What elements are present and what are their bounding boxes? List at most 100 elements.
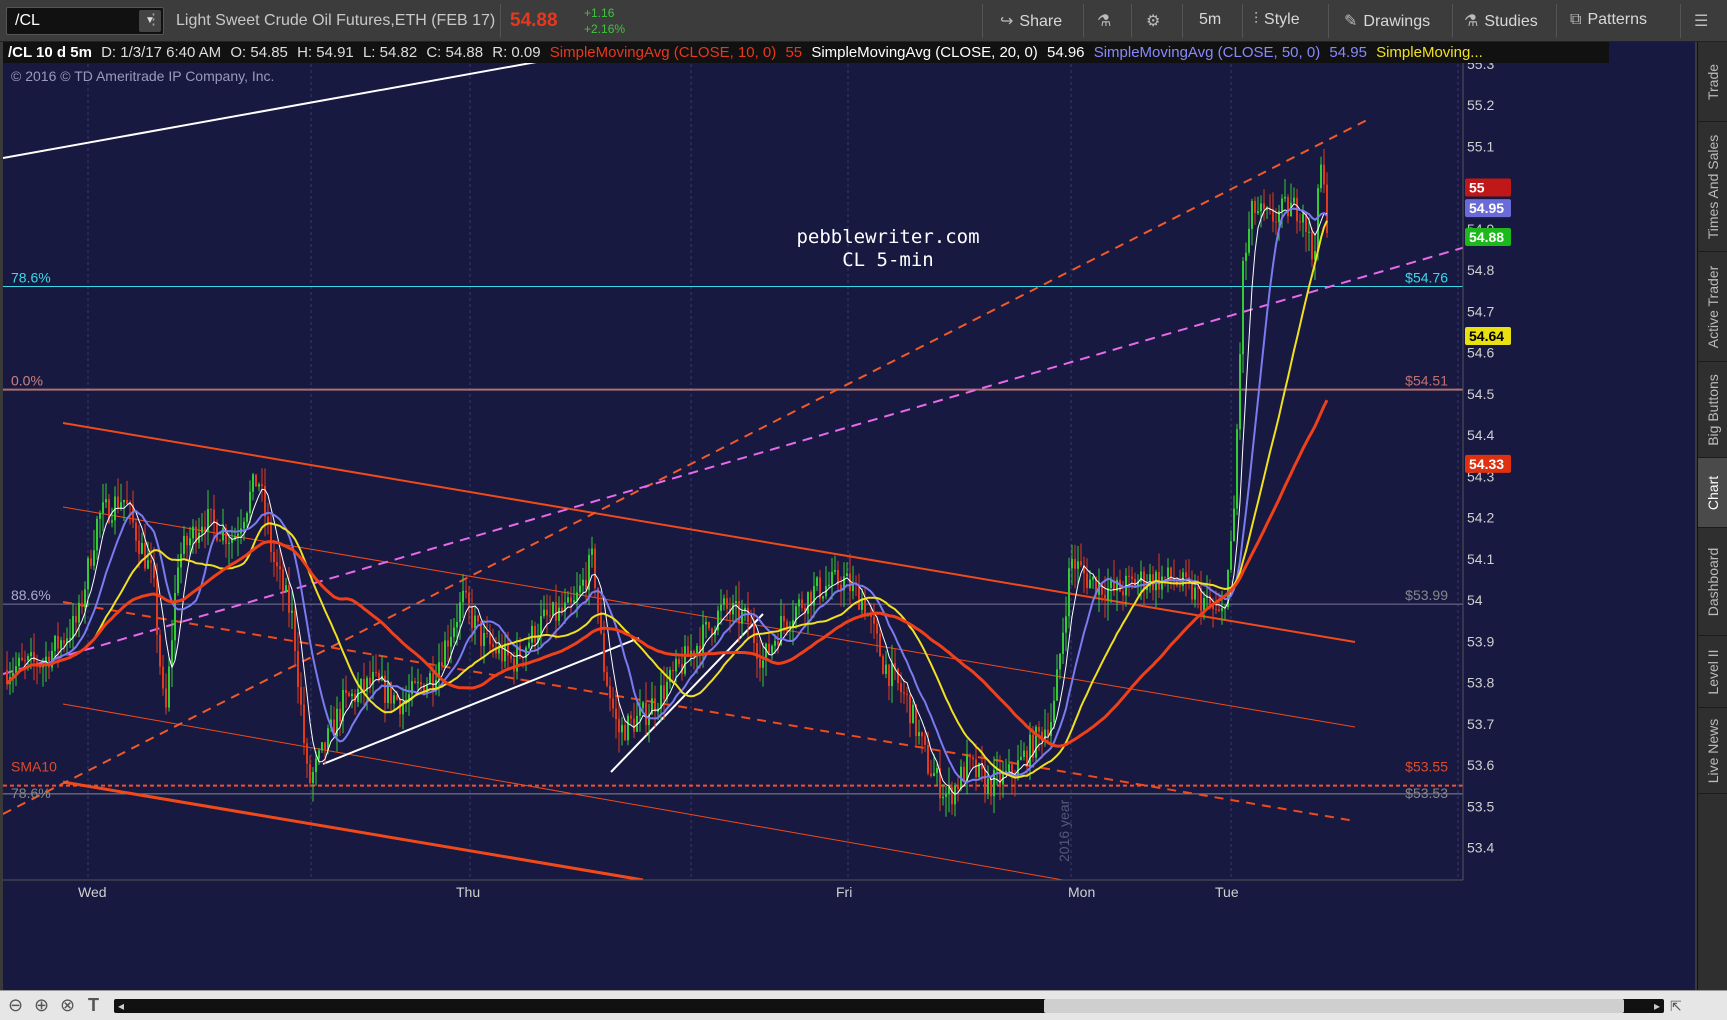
candle-body bbox=[168, 666, 170, 708]
expand-icon[interactable]: ⇱ bbox=[1670, 998, 1682, 1015]
candle-body bbox=[618, 719, 620, 733]
chart-legend: /CL 10 d 5m D: 1/3/17 6:40 AM O: 54.85 H… bbox=[3, 42, 1609, 63]
instrument-description: Light Sweet Crude Oil Futures,ETH (FEB 1… bbox=[176, 12, 496, 29]
candle-body bbox=[72, 616, 74, 638]
style-button[interactable]: ⫶ Style bbox=[1254, 11, 1300, 29]
candle-body bbox=[675, 658, 677, 672]
symbol-input[interactable]: /CL ▼ bbox=[6, 7, 164, 35]
timeframe-button[interactable]: 5m bbox=[1199, 11, 1221, 29]
candle-body bbox=[177, 567, 179, 594]
side-tab-times-and-sales[interactable]: Times And Sales bbox=[1698, 122, 1727, 252]
candle-body bbox=[1029, 734, 1031, 767]
candle-body bbox=[75, 616, 77, 623]
candle-body bbox=[165, 688, 167, 708]
candle-body bbox=[450, 636, 452, 647]
side-tab-dashboard[interactable]: Dashboard bbox=[1698, 528, 1727, 636]
side-tab-big-buttons[interactable]: Big Buttons bbox=[1698, 362, 1727, 458]
drawings-button[interactable]: ✎ Drawings bbox=[1344, 11, 1430, 31]
legend-header: /CL 10 d 5m bbox=[8, 44, 92, 61]
side-tab-live-news[interactable]: Live News bbox=[1698, 708, 1727, 794]
candle-body bbox=[936, 768, 938, 774]
candle-body bbox=[1128, 575, 1130, 577]
price-tick-label: 53.9 bbox=[1467, 633, 1494, 649]
candle-body bbox=[891, 663, 893, 687]
candle-body bbox=[1077, 561, 1079, 569]
side-tab-label: Chart bbox=[1705, 475, 1721, 510]
scroll-right-icon[interactable]: ▸ bbox=[1654, 999, 1660, 1013]
candle-body bbox=[1287, 196, 1289, 217]
candle-body bbox=[453, 627, 455, 637]
candle-body bbox=[102, 502, 104, 514]
scrollbar-thumb[interactable] bbox=[1044, 999, 1624, 1013]
side-tab-level-ii[interactable]: Level II bbox=[1698, 636, 1727, 708]
candle-body bbox=[573, 600, 575, 603]
candle-body bbox=[201, 526, 203, 533]
candle-body bbox=[369, 677, 371, 685]
channel-lower-thin-line bbox=[62, 703, 1064, 881]
side-tab-label: Big Buttons bbox=[1705, 373, 1721, 446]
candle-body bbox=[903, 692, 905, 694]
candle-body bbox=[213, 509, 215, 523]
chart-canvas[interactable]: 78.6% $54.76 0.0% $54.51 88.6% $53.99 SMA10 $53… bbox=[3, 42, 1695, 990]
zoom-out-icon[interactable]: ⊖ bbox=[8, 995, 23, 1016]
candle-body bbox=[162, 666, 164, 689]
candle-body bbox=[393, 695, 395, 704]
copyright-notice: © 2016 © TD Ameritrade IP Company, Inc. bbox=[11, 68, 275, 84]
candle-body bbox=[285, 585, 287, 592]
side-tab-chart[interactable]: Chart bbox=[1698, 458, 1727, 528]
flask-button[interactable]: ⚗ bbox=[1097, 11, 1117, 31]
candle-body bbox=[879, 633, 881, 657]
candle-body bbox=[1218, 609, 1220, 611]
legend-sma10-value: 55 bbox=[785, 44, 803, 61]
candle-body bbox=[1311, 231, 1313, 260]
candle-body bbox=[117, 496, 119, 509]
candle-body bbox=[258, 484, 260, 487]
side-tab-trade[interactable]: Trade bbox=[1698, 42, 1727, 122]
candle-body bbox=[912, 704, 914, 724]
candle-body bbox=[1164, 576, 1166, 578]
watermark-site: pebblewriter.com bbox=[796, 226, 979, 248]
candle-body bbox=[345, 689, 347, 694]
fib-786b-label: 78.6% bbox=[11, 785, 51, 801]
candle-body bbox=[120, 502, 122, 509]
candle-body bbox=[261, 484, 263, 487]
scroll-left-icon[interactable]: ◂ bbox=[118, 999, 124, 1013]
settings-button[interactable]: ⚙ bbox=[1146, 11, 1166, 31]
time-axis-label: Tue bbox=[1215, 884, 1239, 900]
candle-body bbox=[774, 640, 776, 646]
candle-body bbox=[282, 569, 284, 592]
side-tab-active-trader[interactable]: Active Trader bbox=[1698, 252, 1727, 362]
candle-body bbox=[255, 474, 257, 487]
zoom-in-icon[interactable]: ⊕ bbox=[34, 995, 49, 1016]
candle-body bbox=[189, 538, 191, 546]
candle-body bbox=[786, 621, 788, 628]
candle-body bbox=[1254, 200, 1256, 214]
side-tab-label: Trade bbox=[1705, 63, 1721, 100]
time-scrollbar[interactable]: ◂ ▸ bbox=[114, 999, 1664, 1013]
fib-786-price: $54.76 bbox=[1405, 270, 1448, 286]
zoom-reset-icon[interactable]: ⊗ bbox=[60, 995, 75, 1016]
patterns-button[interactable]: ⧉ Patterns bbox=[1570, 11, 1647, 29]
drag-handle-icon[interactable]: ⋮ bbox=[146, 10, 161, 28]
candle-body bbox=[318, 750, 320, 759]
candle-body bbox=[726, 598, 728, 609]
candle-body bbox=[990, 778, 992, 797]
share-button[interactable]: ↪ Share bbox=[1000, 11, 1062, 31]
candle-body bbox=[486, 632, 488, 634]
text-tool-icon[interactable]: T bbox=[88, 995, 99, 1016]
legend-high: H: 54.91 bbox=[297, 44, 354, 61]
price-tick-label: 54 bbox=[1467, 592, 1483, 608]
candle-body bbox=[321, 742, 323, 751]
candle-body bbox=[81, 602, 83, 608]
candle-body bbox=[1068, 568, 1070, 617]
candle-body bbox=[216, 522, 218, 541]
last-price: 54.88 bbox=[510, 10, 558, 31]
symbol-text: /CL bbox=[15, 12, 40, 29]
candle-body bbox=[768, 643, 770, 654]
price-chart[interactable]: 78.6% $54.76 0.0% $54.51 88.6% $53.99 SMA10 $53… bbox=[3, 42, 1695, 990]
menu-button[interactable]: ☰ bbox=[1694, 11, 1714, 31]
studies-button[interactable]: ⚗ Studies bbox=[1464, 11, 1538, 31]
fib-786b-price: $53.53 bbox=[1405, 785, 1448, 801]
fib-786-label: 78.6% bbox=[11, 270, 51, 286]
candle-body bbox=[549, 615, 551, 617]
